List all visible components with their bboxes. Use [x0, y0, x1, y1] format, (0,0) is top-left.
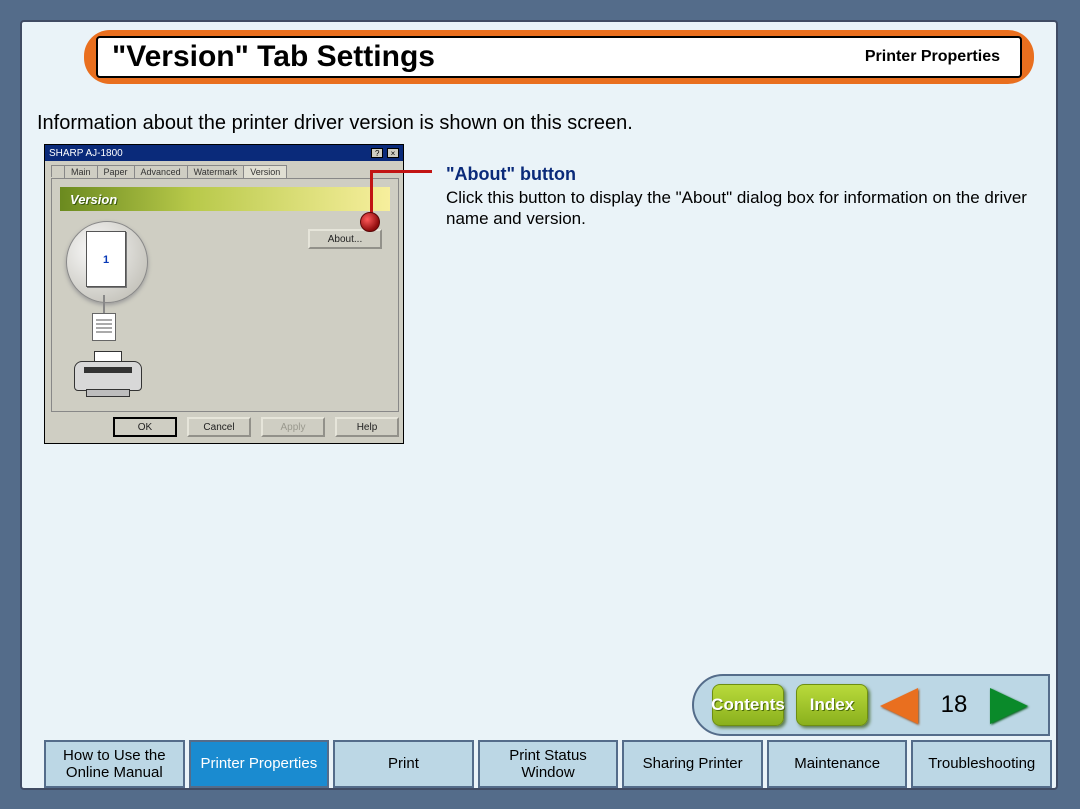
tab-paper[interactable]: Paper	[97, 165, 135, 178]
index-button[interactable]: Index	[796, 684, 868, 726]
dialog-buttons: OK Cancel Apply Help	[49, 417, 399, 439]
nav-maintenance[interactable]: Maintenance	[767, 740, 908, 788]
preview-page-icon: 1	[86, 231, 126, 287]
nav-printer-properties[interactable]: Printer Properties	[189, 740, 330, 788]
contents-button[interactable]: Contents	[712, 684, 784, 726]
tab-version[interactable]: Version	[243, 165, 287, 178]
dialog-titlebar: SHARP AJ-1800 ? ×	[45, 145, 403, 161]
preview-document-icon	[92, 313, 116, 341]
tab-advanced[interactable]: Advanced	[134, 165, 188, 178]
tab-watermark[interactable]: Watermark	[187, 165, 245, 178]
preview-printer-icon	[74, 351, 142, 399]
apply-button: Apply	[261, 417, 325, 437]
bottom-nav: How to Use theOnline Manual Printer Prop…	[44, 740, 1052, 788]
description-body: Click this button to display the "About"…	[446, 187, 1066, 230]
titlebar-buttons: ? ×	[370, 148, 399, 159]
page-nav: Contents Index 18	[692, 674, 1050, 736]
preview-connector	[103, 295, 105, 313]
close-icon: ×	[387, 148, 399, 158]
help-icon: ?	[371, 148, 383, 158]
cancel-button[interactable]: Cancel	[187, 417, 251, 437]
title-pill: "Version" Tab Settings Printer Propertie…	[84, 30, 1034, 84]
nav-print-status[interactable]: Print StatusWindow	[478, 740, 619, 788]
tab-main[interactable]: Main	[64, 165, 98, 178]
panel-header: Version	[60, 187, 390, 211]
dialog-panel: Version 1 About...	[51, 178, 399, 412]
panel-header-label: Version	[60, 192, 117, 207]
page: "Version" Tab Settings Printer Propertie…	[20, 20, 1058, 790]
prev-page-button[interactable]	[880, 684, 924, 726]
page-section: Printer Properties	[865, 48, 1006, 66]
about-button[interactable]: About...	[308, 229, 382, 249]
callout-dot	[360, 212, 380, 232]
printer-tab-icon	[51, 165, 65, 177]
title-pill-inner: "Version" Tab Settings Printer Propertie…	[96, 36, 1022, 78]
intro-text: Information about the printer driver ver…	[37, 112, 633, 135]
dialog-title: SHARP AJ-1800	[49, 148, 123, 159]
callout-line-h	[370, 170, 432, 173]
ok-button[interactable]: OK	[113, 417, 177, 437]
next-page-button[interactable]	[984, 684, 1028, 726]
description: "About" button Click this button to disp…	[446, 164, 1066, 230]
dialog-tabs: Main Paper Advanced Watermark Version	[51, 165, 286, 178]
nav-troubleshooting[interactable]: Troubleshooting	[911, 740, 1052, 788]
arrow-left-icon	[880, 688, 918, 724]
nav-sharing[interactable]: Sharing Printer	[622, 740, 763, 788]
arrow-right-icon	[990, 688, 1028, 724]
page-title: "Version" Tab Settings	[112, 40, 435, 74]
preview-page-number: 1	[103, 254, 109, 266]
nav-howto[interactable]: How to Use theOnline Manual	[44, 740, 185, 788]
help-button[interactable]: Help	[335, 417, 399, 437]
dialog-screenshot: SHARP AJ-1800 ? × Main Paper Advanced Wa…	[44, 144, 404, 444]
description-heading: "About" button	[446, 164, 1066, 185]
nav-print[interactable]: Print	[333, 740, 474, 788]
page-number: 18	[936, 691, 972, 719]
